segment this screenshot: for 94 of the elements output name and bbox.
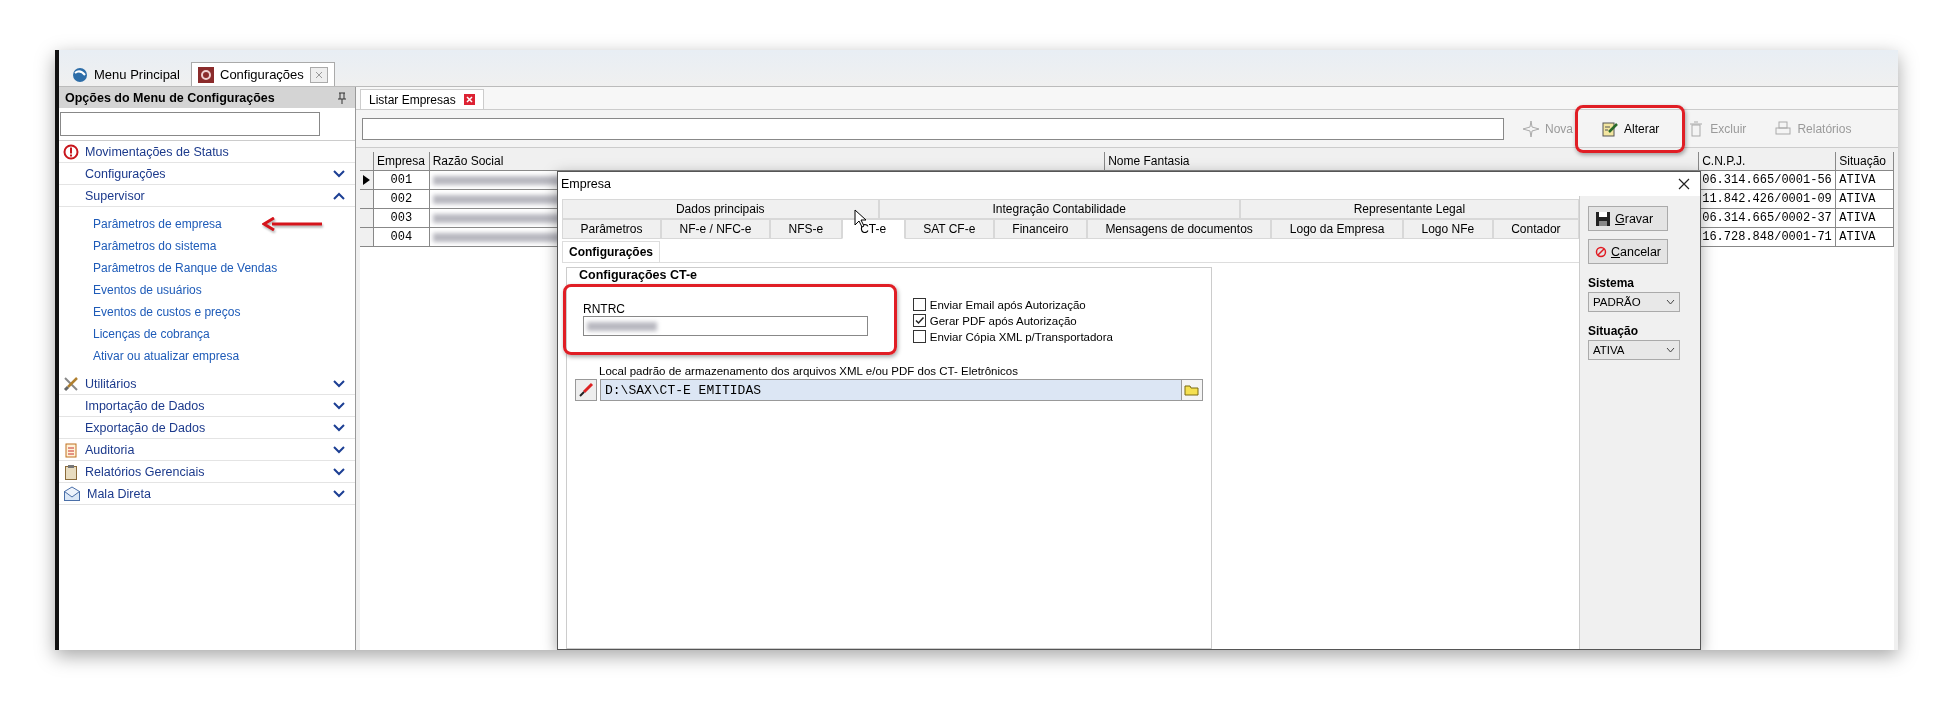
menu-link[interactable]: Eventos de usuários — [93, 283, 202, 297]
menu-item[interactable]: Configurações — [59, 163, 355, 185]
dialog-tab[interactable]: NFS-e — [770, 219, 842, 239]
edit-document-icon — [1601, 119, 1619, 138]
dialog-tab[interactable]: Representante Legal — [1239, 199, 1579, 219]
menu-item[interactable]: Supervisor — [59, 185, 355, 207]
sparkle-icon — [1522, 119, 1540, 138]
checkbox[interactable] — [912, 298, 926, 311]
chevron-icon — [333, 191, 345, 200]
filter-field[interactable] — [362, 117, 1504, 140]
dialog-tab[interactable]: Mensagens de documentos — [1086, 219, 1272, 239]
chevron-icon — [333, 423, 345, 432]
menu-link[interactable]: Parâmetros do sistema — [93, 239, 217, 253]
dropdown[interactable]: ATIVA — [1588, 340, 1680, 360]
field-label: Situação — [1588, 324, 1639, 338]
checkbox-label: Enviar Email após Autorização — [929, 298, 1086, 311]
dialog-tab[interactable]: SAT CF-e — [904, 219, 994, 239]
folder-icon[interactable] — [1181, 380, 1202, 400]
checklist-icon — [63, 441, 79, 458]
checkbox[interactable] — [912, 314, 926, 327]
search-field[interactable] — [60, 112, 320, 136]
chevron-icon — [333, 445, 345, 454]
alert-icon — [63, 143, 79, 160]
dropdown[interactable]: PADRÃO — [1588, 292, 1680, 312]
menu-item[interactable]: Utilitários — [59, 373, 355, 395]
chevron-icon — [333, 489, 345, 498]
checkbox[interactable] — [912, 330, 926, 343]
field-label: RNTRC — [583, 302, 626, 316]
row-indicator[interactable] — [360, 171, 374, 190]
table-cell: ATIVA — [1836, 228, 1894, 247]
blurred-text — [587, 321, 657, 331]
chevron-icon — [1666, 347, 1675, 353]
pin-icon[interactable] — [337, 91, 347, 104]
action-button[interactable]: Gravar — [1588, 206, 1668, 231]
menu-link[interactable]: Parâmetros de empresa — [93, 217, 222, 231]
menu-link[interactable]: Ativar ou atualizar empresa — [93, 349, 240, 363]
panel-title: Opções do Menu de Configurações — [65, 90, 275, 105]
dialog-tab[interactable]: CT-e — [841, 219, 905, 239]
checkbox-label: Gerar PDF após Autorização — [929, 314, 1077, 327]
document-tab[interactable]: Listar Empresas — [360, 89, 484, 109]
brush-icon[interactable] — [575, 379, 597, 401]
menu-item[interactable]: Importação de Dados — [59, 395, 355, 417]
row-pointer-icon — [363, 175, 370, 185]
chevron-icon — [333, 379, 345, 388]
table-cell: ATIVA — [1836, 171, 1894, 190]
dialog-tab[interactable]: Contador — [1492, 219, 1580, 239]
menu-item[interactable]: Exportação de Dados — [59, 417, 355, 439]
chevron-icon — [333, 401, 345, 410]
dialog-title: Empresa — [561, 177, 612, 191]
app-tab[interactable]: Configurações — [191, 62, 335, 86]
menu-link[interactable]: Parâmetros de Ranque de Vendas — [93, 261, 278, 275]
field-label: Sistema — [1588, 276, 1636, 290]
table-cell: 001 — [373, 171, 430, 190]
column-header[interactable]: Situação — [1836, 152, 1894, 171]
action-button[interactable]: Cancelar — [1588, 239, 1668, 264]
menu-link[interactable]: Licenças de cobrança — [93, 327, 210, 341]
envelope-icon — [63, 485, 81, 502]
column-header[interactable]: C.N.P.J. — [1699, 152, 1837, 171]
clipboard-icon — [63, 463, 79, 480]
checkbox-label: Enviar Cópia XML p/Transportadora — [929, 330, 1113, 343]
chevron-icon — [333, 169, 345, 178]
globe-icon — [72, 66, 88, 83]
dialog-tab[interactable]: Financeiro — [993, 219, 1087, 239]
table-cell: 003 — [373, 209, 430, 228]
printer-icon — [1774, 119, 1793, 138]
path-field[interactable]: D:\SAX\CT-E EMITIDAS — [600, 379, 1203, 401]
menu-item[interactable]: Auditoria — [59, 439, 355, 461]
menu-link[interactable]: Eventos de custos e preços — [93, 305, 241, 319]
table-cell: 002 — [373, 190, 430, 209]
field-label: Local padrão de armazenamento dos arquivos XML e/ou PDF dos CT- Eletrônicos — [599, 365, 1019, 377]
dialog-tab[interactable]: Parâmetros — [562, 219, 661, 239]
toolbar-button[interactable]: Alterar — [1591, 114, 1670, 143]
menu-item[interactable]: Mala Direta — [59, 483, 355, 505]
column-header[interactable]: Empresa — [373, 152, 430, 171]
close-icon[interactable] — [1678, 178, 1690, 190]
chevron-icon — [1666, 299, 1675, 305]
dialog-tab[interactable]: Integração Contabilidade — [878, 199, 1240, 219]
table-cell: 004 — [373, 228, 430, 247]
gear-icon — [198, 66, 214, 83]
menu-item[interactable]: Movimentações de Status — [59, 141, 355, 163]
table-cell: ATIVA — [1836, 190, 1894, 209]
table-cell: ATIVA — [1836, 209, 1894, 228]
sub-tab[interactable]: Configurações — [562, 241, 660, 262]
dialog-tab[interactable]: Dados principais — [562, 199, 879, 219]
tools-icon — [63, 375, 79, 392]
dialog-tab[interactable]: Logo NFe — [1403, 219, 1493, 239]
app-tab[interactable]: Menu Principal — [65, 62, 187, 86]
column-header[interactable]: Nome Fantasia — [1105, 152, 1700, 171]
rntrc-field[interactable] — [583, 316, 868, 336]
chevron-icon — [333, 467, 345, 476]
column-header[interactable]: Razão Social — [429, 152, 1106, 171]
dialog-tab[interactable]: NF-e / NFC-e — [661, 219, 770, 239]
menu-item[interactable]: Relatórios Gerenciais — [59, 461, 355, 483]
dialog-tab[interactable]: Logo da Empresa — [1271, 219, 1404, 239]
